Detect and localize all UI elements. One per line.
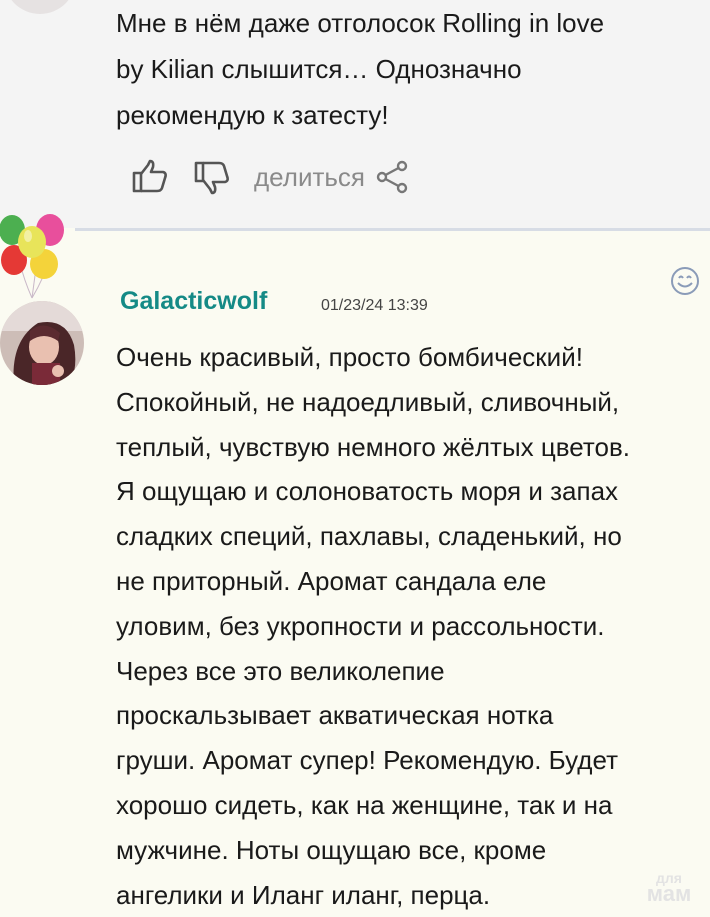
- comment-line: уловим, без укропности и рассольности.: [116, 610, 605, 641]
- comment-line: хорошо сидеть, как на женщине, так и на: [116, 789, 613, 820]
- watermark-line2: мам: [646, 881, 692, 906]
- previous-comment-line: Мне в нём даже отголосок Rolling in love: [116, 8, 605, 38]
- previous-comment: Мне в нём даже отголосок Rolling in love…: [0, 0, 710, 228]
- username-link[interactable]: Galacticwolf: [120, 287, 267, 316]
- smiley-icon[interactable]: [669, 265, 701, 297]
- share-button[interactable]: делиться: [254, 162, 365, 193]
- comment-line: ангелики и Иланг иланг, перца.: [116, 879, 491, 910]
- comment-card: Galacticwolf 01/23/24 13:39 Очень красив…: [0, 231, 710, 917]
- comment-actions: делиться: [130, 152, 409, 202]
- previous-comment-line: рекомендую к затесту!: [116, 100, 389, 130]
- comment-date: 01/23/24 13:39: [321, 297, 428, 314]
- comment-line: теплый, чувствую немного жёлтых цветов.: [116, 431, 630, 462]
- thumbs-down-icon[interactable]: [192, 157, 232, 197]
- comment-text: Очень красивый, просто бомбический! Спок…: [116, 335, 706, 917]
- balloons-icon: [0, 208, 72, 303]
- comment-line: груши. Аромат супер! Рекомендую. Будет: [116, 745, 618, 776]
- comment-line: Очень красивый, просто бомбический!: [116, 342, 583, 372]
- previous-comment-avatar[interactable]: [4, 0, 76, 14]
- comment-line: Через все это великолепие: [116, 655, 445, 686]
- comment-line: Я ощущаю и солоноватость моря и запах: [116, 476, 619, 507]
- thumbs-up-icon[interactable]: [130, 157, 170, 197]
- comment-line: не приторный. Аромат сандала еле: [116, 565, 547, 596]
- comment-line: сладких специй, пахлавы, сладенький, но: [116, 521, 622, 552]
- comment-line: проскальзывает акватическая нотка: [116, 700, 554, 731]
- avatar[interactable]: [0, 301, 84, 385]
- previous-comment-line: by Kilian слышится… Однозначно: [116, 54, 522, 84]
- comment-line: мужчине. Ноты ощущаю все, кроме: [116, 834, 547, 865]
- site-watermark: для мам: [636, 870, 702, 910]
- previous-comment-text: Мне в нём даже отголосок Rolling in love…: [116, 0, 686, 138]
- share-icon[interactable]: [375, 160, 409, 194]
- comment-line: Спокойный, не надоедливый, сливочный,: [116, 386, 620, 417]
